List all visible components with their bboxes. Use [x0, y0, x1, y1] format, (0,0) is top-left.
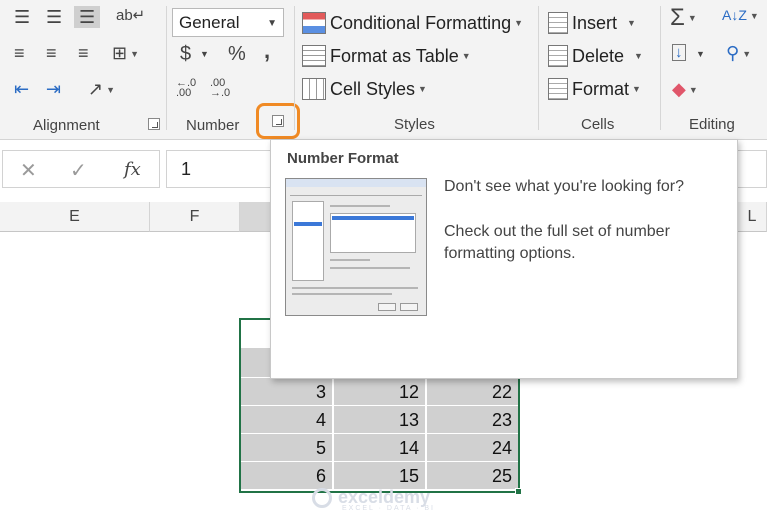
tooltip-question: Don't see what you're looking for? [444, 178, 685, 195]
insert-cells-icon [548, 12, 568, 34]
watermark: exceldemy EXCEL · DATA · BI [338, 487, 435, 512]
increase-indent-icon[interactable]: ⇥ [46, 80, 61, 98]
fill-icon[interactable]: ↓ [672, 44, 686, 61]
autosum-icon[interactable]: Σ ▼ [670, 6, 697, 30]
ribbon: ☰ ☰ ☰ ab↵ ≡ ≡ ≡ ⊞ ▼ ⇤ ⇥ ↗ ▼ Alignment Numb… [0, 0, 767, 140]
align-center-icon[interactable]: ≡ [46, 44, 57, 62]
formula-value: 1 [181, 159, 192, 179]
alignment-dialog-launcher-icon[interactable] [148, 118, 160, 130]
align-right-icon[interactable]: ≡ [78, 44, 89, 62]
cells-label: Cells [581, 116, 615, 133]
format-as-table-button[interactable]: Format as Table ▼ [302, 41, 471, 71]
conditional-formatting-icon [302, 12, 326, 34]
number-format-select[interactable]: General ▼ [172, 8, 284, 37]
column-header-e[interactable]: E [0, 202, 150, 232]
clear-icon[interactable]: ◆ ▼ [672, 80, 698, 98]
align-top-icon[interactable]: ☰ [14, 8, 30, 26]
align-bottom-icon[interactable]: ☰ [74, 6, 101, 28]
decrease-indent-icon[interactable]: ⇤ [14, 80, 29, 98]
alignment-label: Alignment [33, 117, 100, 134]
watermark-tagline: EXCEL · DATA · BI [342, 505, 435, 512]
number-label: Number [186, 117, 240, 134]
chevron-down-icon: ▼ [267, 18, 277, 29]
delete-button[interactable]: Delete ▼ [548, 41, 643, 71]
decrease-decimal-icon[interactable]: .00 →.0 [210, 78, 230, 99]
table-icon [302, 45, 326, 67]
delete-cells-icon [548, 45, 568, 67]
cancel-entry-icon[interactable]: ✕ [20, 158, 37, 183]
tooltip-description: Check out the full set of number formatt… [444, 223, 670, 262]
percent-icon[interactable]: % [228, 44, 246, 64]
format-cells-icon [548, 78, 568, 100]
insert-button[interactable]: Insert ▼ [548, 8, 636, 38]
align-middle-icon[interactable]: ☰ [46, 8, 62, 26]
fill-handle[interactable] [515, 488, 522, 495]
format-button[interactable]: Format ▼ [548, 74, 641, 104]
editing-label: Editing [689, 116, 735, 133]
confirm-entry-icon[interactable]: ✓ [70, 158, 87, 183]
align-left-icon[interactable]: ≡ [14, 44, 25, 62]
currency-icon[interactable]: $ [180, 44, 191, 64]
cell-styles-icon [302, 78, 326, 100]
conditional-formatting-button[interactable]: Conditional Formatting ▼ [302, 8, 523, 38]
merge-center-icon[interactable]: ⊞ ▼ [112, 44, 139, 62]
watermark-logo-icon [312, 488, 332, 508]
number-format-tooltip: Number Format Don't see what you're look… [270, 139, 738, 379]
alignment-group: ☰ ☰ ☰ ab↵ ≡ ≡ ≡ ⊞ ▼ ⇤ ⇥ ↗ ▼ Alignment [0, 0, 166, 140]
find-select-icon[interactable]: ⚲ ▼ [726, 44, 751, 62]
styles-label: Styles [394, 116, 435, 133]
comma-style-icon[interactable]: , [264, 40, 270, 62]
insert-function-icon[interactable]: fx [124, 159, 141, 180]
sort-filter-icon[interactable]: A↓Z ▼ [722, 8, 759, 22]
column-header-l[interactable]: L [738, 202, 767, 232]
cell-styles-button[interactable]: Cell Styles ▼ [302, 74, 427, 104]
wrap-text-icon[interactable]: ab↵ [116, 8, 145, 23]
number-format-value: General [179, 13, 240, 32]
orientation-icon[interactable]: ↗ ▼ [88, 80, 115, 98]
format-cells-dialog-preview [285, 178, 427, 316]
watermark-name: exceldemy [338, 487, 431, 507]
tooltip-title: Number Format [287, 150, 399, 167]
fill-dropdown-icon[interactable]: ▼ [696, 50, 705, 59]
increase-decimal-icon[interactable]: ←.0.00 [176, 78, 196, 99]
currency-dropdown-icon[interactable]: ▼ [200, 50, 209, 59]
column-header-f[interactable]: F [150, 202, 240, 232]
